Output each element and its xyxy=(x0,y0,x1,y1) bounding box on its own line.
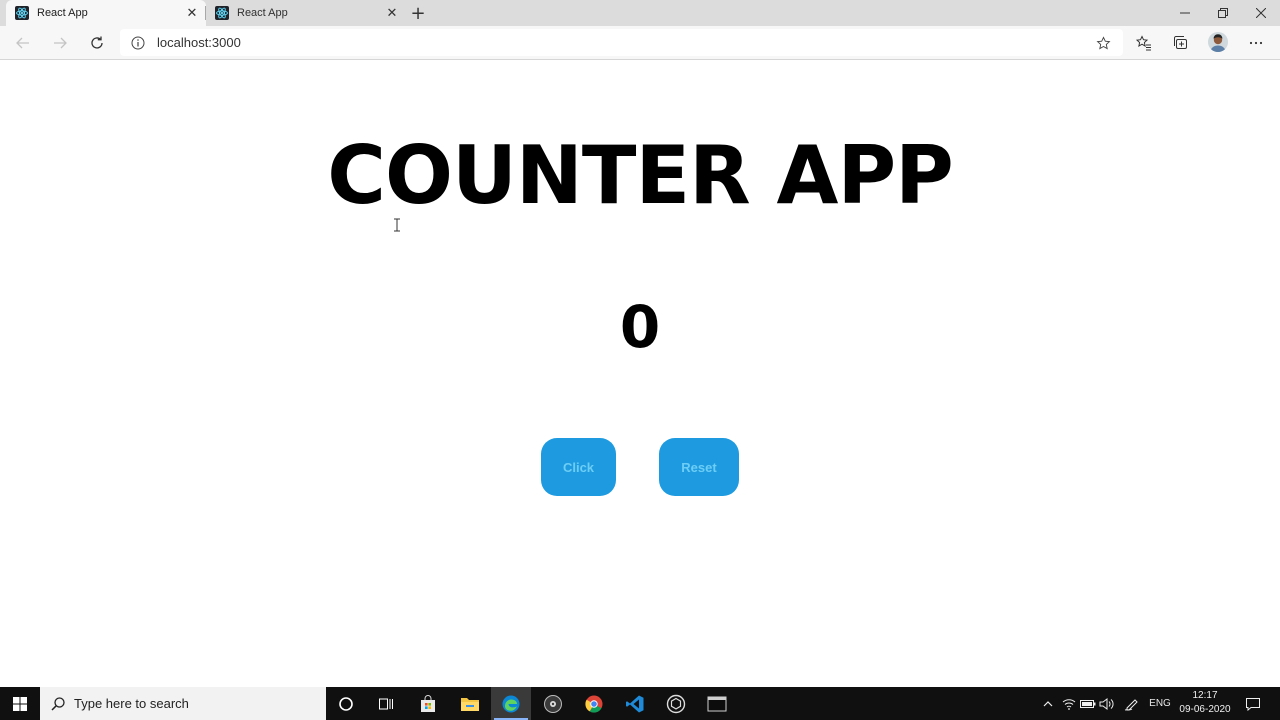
text-cursor-icon xyxy=(394,218,400,232)
tab-label: React App xyxy=(237,7,288,19)
edge-icon xyxy=(502,695,520,712)
counter-value: 0 xyxy=(619,293,661,361)
react-logo-icon xyxy=(15,6,29,20)
chrome-button[interactable] xyxy=(574,687,614,720)
forward-arrow-icon xyxy=(54,37,67,49)
clock-date: 09-06-2020 xyxy=(1179,704,1231,715)
wifi-icon xyxy=(1062,698,1076,710)
settings-menu-button[interactable] xyxy=(1244,31,1268,55)
refresh-button[interactable] xyxy=(85,31,109,55)
search-icon xyxy=(51,696,65,711)
vscode-icon xyxy=(626,695,644,712)
task-view-button[interactable] xyxy=(366,687,406,720)
edge-button[interactable] xyxy=(491,687,531,720)
notification-icon xyxy=(1246,697,1260,711)
favorites-button[interactable] xyxy=(1132,31,1156,55)
click-button[interactable]: Click xyxy=(541,438,616,496)
add-favorite-button[interactable] xyxy=(1093,33,1113,53)
restore-icon xyxy=(1218,8,1228,18)
taskbar-clock[interactable]: 12:17 09-06-2020 xyxy=(1176,689,1234,717)
close-tab-icon[interactable]: ✕ xyxy=(184,5,200,21)
store-button[interactable] xyxy=(408,687,448,720)
close-icon xyxy=(1256,8,1266,18)
obs-button[interactable] xyxy=(533,687,573,720)
speaker-icon xyxy=(1099,697,1114,710)
favorites-list-icon xyxy=(1136,35,1151,51)
site-info-icon[interactable] xyxy=(130,35,145,50)
battery-button[interactable] xyxy=(1079,687,1097,720)
close-window-button[interactable] xyxy=(1242,0,1280,26)
unity-button[interactable] xyxy=(656,687,696,720)
taskbar-search-box[interactable]: Type here to search xyxy=(40,687,326,720)
task-view-icon xyxy=(379,698,393,709)
chevron-up-icon xyxy=(1043,700,1053,706)
vscode-button[interactable] xyxy=(615,687,655,720)
browser-toolbar: localhost:3000 xyxy=(0,26,1280,60)
store-icon xyxy=(421,694,435,712)
minimize-icon xyxy=(1180,12,1190,14)
file-explorer-icon xyxy=(461,697,479,711)
terminal-button[interactable] xyxy=(697,687,737,720)
show-hidden-icons-button[interactable] xyxy=(1039,687,1057,720)
action-center-button[interactable] xyxy=(1242,687,1264,720)
star-icon xyxy=(1096,35,1110,49)
react-logo-icon xyxy=(215,6,229,20)
tab-react-app[interactable]: React App ✕ xyxy=(206,0,406,26)
minimize-button[interactable] xyxy=(1166,0,1204,26)
page-title: COUNTER APP xyxy=(327,129,953,222)
refresh-icon xyxy=(91,36,103,49)
file-explorer-button[interactable] xyxy=(450,687,490,720)
close-tab-icon[interactable]: ✕ xyxy=(384,5,400,21)
collections-button[interactable] xyxy=(1169,31,1193,55)
unity-icon xyxy=(666,694,686,713)
pen-icon xyxy=(1124,698,1138,710)
tab-react-app-active[interactable]: React App ✕ xyxy=(6,0,206,26)
more-options-icon xyxy=(1249,41,1263,45)
search-placeholder: Type here to search xyxy=(74,696,189,711)
battery-icon xyxy=(1080,699,1096,708)
back-arrow-icon xyxy=(16,37,29,49)
terminal-icon xyxy=(707,696,727,711)
pen-workspace-button[interactable] xyxy=(1122,687,1142,720)
new-tab-button[interactable]: + xyxy=(408,3,428,24)
profile-avatar[interactable] xyxy=(1208,32,1228,52)
network-button[interactable] xyxy=(1060,687,1078,720)
obs-icon xyxy=(544,694,562,713)
cortana-icon xyxy=(339,696,353,711)
windows-logo-icon xyxy=(13,696,27,711)
input-language[interactable]: ENG xyxy=(1146,687,1174,720)
start-button[interactable] xyxy=(0,687,40,720)
back-button[interactable] xyxy=(11,31,35,55)
restore-button[interactable] xyxy=(1204,0,1242,26)
window-controls xyxy=(1166,0,1280,26)
taskbar: Type here to search ENG 12:17 09-06-2020 xyxy=(0,687,1280,720)
volume-button[interactable] xyxy=(1098,687,1116,720)
forward-button[interactable] xyxy=(48,31,72,55)
collections-icon xyxy=(1174,36,1187,49)
tab-label: React App xyxy=(37,7,88,19)
address-bar[interactable]: localhost:3000 xyxy=(120,29,1123,56)
url-text[interactable]: localhost:3000 xyxy=(157,35,241,50)
cortana-button[interactable] xyxy=(326,687,366,720)
reset-button[interactable]: Reset xyxy=(659,438,739,496)
clock-time: 12:17 xyxy=(1192,690,1218,701)
tab-strip: React App ✕ React App ✕ + xyxy=(0,0,1280,26)
chrome-icon xyxy=(585,695,603,713)
